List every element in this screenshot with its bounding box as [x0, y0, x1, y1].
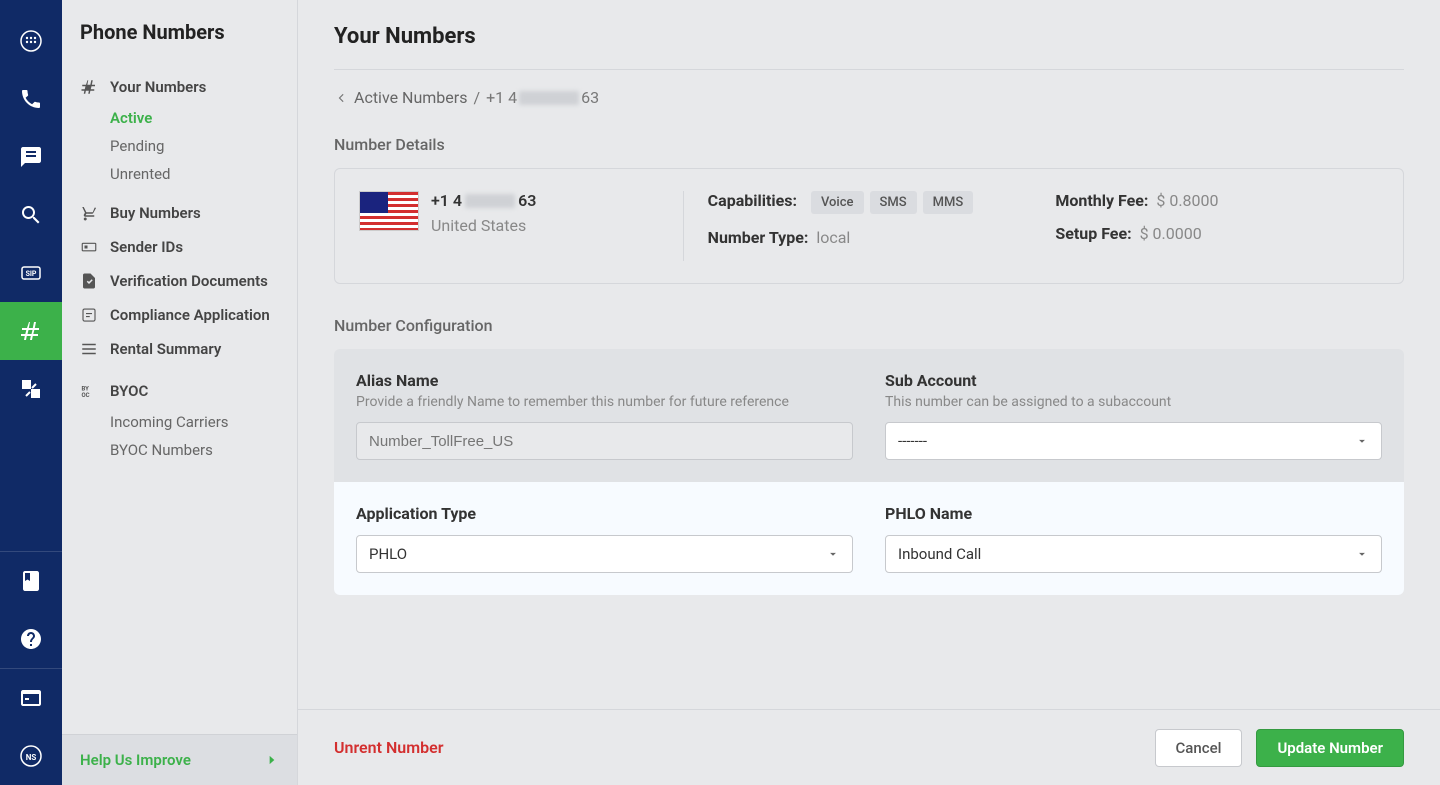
nav-byoc-label: BYOC — [110, 382, 148, 400]
alias-input-field[interactable] — [369, 433, 840, 450]
list-icon — [80, 340, 98, 358]
monthly-fee-label: Monthly Fee: — [1055, 191, 1148, 210]
subaccount-label: Sub Account — [885, 371, 1382, 390]
page-title: Your Numbers — [334, 24, 1404, 70]
svg-text:SIP: SIP — [26, 270, 37, 278]
details-card: +1 4 63 United States Capabilities: Voic… — [334, 168, 1404, 284]
nav-unrented[interactable]: Unrented — [62, 160, 297, 188]
rail-sip-icon[interactable]: SIP — [0, 244, 62, 302]
cart-icon — [80, 204, 98, 222]
details-heading: Number Details — [334, 135, 1404, 154]
rail-billing-icon[interactable] — [0, 669, 62, 727]
icon-rail: SIP NS — [0, 0, 62, 785]
rail-docs-icon[interactable] — [0, 552, 62, 610]
phloname-label: PHLO Name — [885, 504, 1382, 523]
svg-text:BY: BY — [82, 385, 90, 392]
breadcrumb-parent[interactable]: Active Numbers — [354, 88, 467, 107]
breadcrumb: Active Numbers / +1 4 63 — [334, 88, 1404, 107]
nav-your-numbers[interactable]: Your Numbers — [62, 70, 297, 104]
nav-verification-label: Verification Documents — [110, 272, 268, 290]
nav-compliance[interactable]: Compliance Application — [62, 298, 297, 332]
nav-active[interactable]: Active — [62, 104, 297, 132]
hash-icon — [80, 78, 98, 96]
apptype-select[interactable]: PHLO — [356, 535, 853, 573]
alias-label: Alias Name — [356, 371, 853, 390]
subaccount-value: ------- — [898, 432, 927, 450]
number-type-value: local — [816, 228, 850, 247]
rail-help-icon[interactable] — [0, 610, 62, 668]
capabilities-label: Capabilities: — [708, 191, 797, 210]
setup-fee-value: $ 0.0000 — [1140, 224, 1202, 243]
help-us-improve[interactable]: Help Us Improve — [62, 734, 297, 785]
subaccount-hint: This number can be assigned to a subacco… — [885, 394, 1382, 410]
monthly-fee-value: $ 0.8000 — [1156, 191, 1218, 210]
svg-text:NS: NS — [26, 753, 37, 762]
phloname-select[interactable]: Inbound Call — [885, 535, 1382, 573]
rail-numbers-icon[interactable] — [0, 302, 62, 360]
nav-byoc[interactable]: BYOC BYOC — [62, 374, 297, 408]
help-us-improve-label: Help Us Improve — [80, 751, 191, 769]
chevron-down-icon — [1355, 547, 1369, 561]
masked-digits — [465, 194, 515, 208]
id-icon — [80, 238, 98, 256]
cancel-button[interactable]: Cancel — [1155, 729, 1243, 767]
chip-voice: Voice — [811, 191, 864, 214]
nav-buy-numbers[interactable]: Buy Numbers — [62, 196, 297, 230]
nav-your-numbers-label: Your Numbers — [110, 78, 206, 96]
config-card: Alias Name Provide a friendly Name to re… — [334, 349, 1404, 595]
nav-incoming-carriers[interactable]: Incoming Carriers — [62, 408, 297, 436]
doc-check-icon — [80, 272, 98, 290]
alias-hint: Provide a friendly Name to remember this… — [356, 394, 853, 410]
number-type-label: Number Type: — [708, 228, 809, 247]
secondary-nav: Phone Numbers Your Numbers Active Pendin… — [62, 0, 298, 785]
nav-sender-ids[interactable]: Sender IDs — [62, 230, 297, 264]
breadcrumb-sep: / — [473, 88, 480, 107]
main-content: Your Numbers Active Numbers / +1 4 63 Nu… — [298, 0, 1440, 785]
compliance-icon — [80, 306, 98, 324]
nav-byoc-numbers[interactable]: BYOC Numbers — [62, 436, 297, 464]
us-flag-icon — [359, 191, 419, 231]
nav-rental[interactable]: Rental Summary — [62, 332, 297, 366]
apptype-label: Application Type — [356, 504, 853, 523]
phloname-value: Inbound Call — [898, 545, 981, 563]
chevron-left-icon[interactable] — [334, 91, 348, 105]
svg-text:OC: OC — [82, 392, 90, 399]
rail-messaging-icon[interactable] — [0, 128, 62, 186]
subaccount-select[interactable]: ------- — [885, 422, 1382, 460]
nav-rental-label: Rental Summary — [110, 340, 221, 358]
update-number-button[interactable]: Update Number — [1256, 729, 1404, 767]
masked-digits — [519, 91, 579, 105]
secondary-title: Phone Numbers — [62, 20, 297, 62]
nav-pending[interactable]: Pending — [62, 132, 297, 160]
rail-dashboard-icon[interactable] — [0, 12, 62, 70]
nav-sender-ids-label: Sender IDs — [110, 238, 183, 256]
nav-verification[interactable]: Verification Documents — [62, 264, 297, 298]
chevron-down-icon — [826, 547, 840, 561]
chip-mms: MMS — [923, 191, 974, 214]
phone-number: +1 4 63 — [431, 191, 536, 210]
rail-search-icon[interactable] — [0, 186, 62, 244]
capabilities-chips: Voice SMS MMS — [811, 191, 973, 214]
rail-voice-icon[interactable] — [0, 70, 62, 128]
nav-compliance-label: Compliance Application — [110, 306, 270, 324]
footer-bar: Unrent Number Cancel Update Number — [298, 709, 1440, 785]
chevron-down-icon — [1355, 434, 1369, 448]
alias-input[interactable] — [356, 422, 853, 460]
country-label: United States — [431, 216, 536, 235]
chevron-right-icon — [265, 753, 279, 767]
unrent-number-link[interactable]: Unrent Number — [334, 738, 443, 757]
config-heading: Number Configuration — [334, 316, 1404, 335]
apptype-value: PHLO — [369, 545, 407, 563]
breadcrumb-phone: +1 4 63 — [486, 88, 599, 107]
nav-buy-numbers-label: Buy Numbers — [110, 204, 201, 222]
rail-connect-icon[interactable] — [0, 360, 62, 418]
setup-fee-label: Setup Fee: — [1055, 224, 1131, 243]
chip-sms: SMS — [870, 191, 917, 214]
rail-account-icon[interactable]: NS — [0, 727, 62, 785]
byoc-icon: BYOC — [80, 382, 98, 400]
